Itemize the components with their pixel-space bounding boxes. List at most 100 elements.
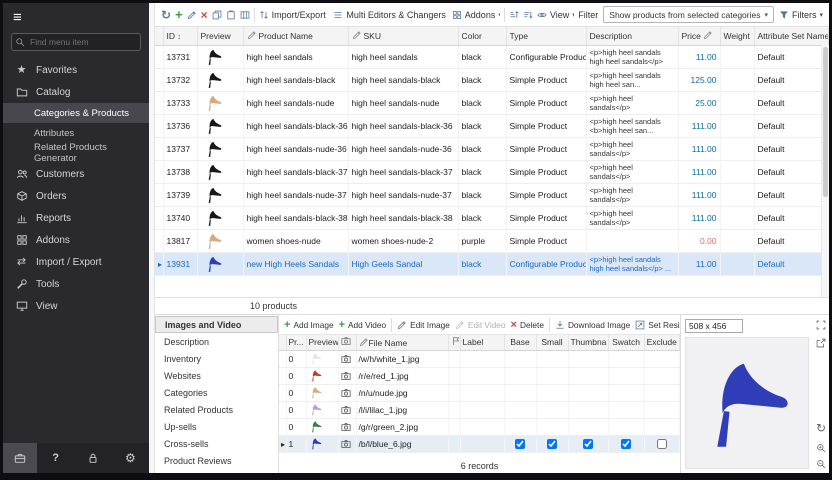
swatch-cell[interactable]	[608, 435, 644, 452]
price-cell[interactable]: 111.00	[678, 137, 720, 160]
row-expander[interactable]	[279, 401, 286, 418]
sku-cell[interactable]: high heel sandals-nude-36	[348, 137, 458, 160]
row-expander[interactable]	[155, 91, 163, 114]
sidebar-item-reports[interactable]: Reports	[3, 207, 149, 229]
name-cell[interactable]: high heel sandals-nude	[243, 91, 348, 114]
type-cell[interactable]: Configurable Product	[506, 252, 586, 275]
menu-search-input[interactable]	[11, 33, 141, 51]
settings-button[interactable]: ⚙	[112, 443, 149, 473]
multi-editors-menu[interactable]: Multi Editors & Changers▾	[333, 10, 447, 20]
desc-cell[interactable]: <p>high heel sandals high heel san...	[586, 68, 678, 91]
row-expander[interactable]: ▸	[155, 252, 163, 275]
price-cell[interactable]: 111.00	[678, 206, 720, 229]
small-checkbox[interactable]	[547, 439, 557, 449]
label-cell[interactable]	[460, 401, 504, 418]
preview-column-header[interactable]: Preview	[197, 27, 243, 45]
desc-cell[interactable]: <p>high heel sandals high heel sandals</…	[586, 252, 678, 275]
image-size-field[interactable]: 508 x 456	[685, 319, 743, 333]
preview-cell[interactable]	[306, 401, 338, 418]
priority-cell[interactable]: 0	[286, 350, 306, 367]
weight-cell[interactable]	[720, 68, 754, 91]
id-cell[interactable]: 13739	[163, 183, 197, 206]
filename-cell[interactable]: /l/i/lilac_1.jpg	[356, 401, 448, 418]
row-expander[interactable]	[279, 418, 286, 435]
table-row-selected[interactable]: ▸13931new High Heels SandalsHigh Geels S…	[155, 252, 829, 275]
table-row[interactable]: 13739high heel sandals-nude-37high heel …	[155, 183, 829, 206]
attrset-cell[interactable]: Default	[754, 206, 829, 229]
row-expander[interactable]	[279, 367, 286, 384]
price-column-header[interactable]: Price	[678, 27, 720, 45]
small-cell[interactable]	[536, 435, 568, 452]
weight-cell[interactable]	[720, 137, 754, 160]
preview-cell[interactable]	[197, 229, 243, 252]
tab-related-products[interactable]: Related Products	[155, 401, 278, 418]
sku-column-header[interactable]: SKU	[348, 27, 458, 45]
swatch-cell[interactable]	[608, 401, 644, 418]
columns-button[interactable]	[240, 10, 250, 20]
tab-websites[interactable]: Websites	[155, 367, 278, 384]
tab-cross-sells[interactable]: Cross-sells	[155, 435, 278, 452]
row-expander[interactable]	[279, 350, 286, 367]
color-cell[interactable]: black	[458, 206, 506, 229]
id-cell[interactable]: 13931	[163, 252, 197, 275]
filename-cell[interactable]: /n/u/nude.jpg	[356, 384, 448, 401]
sku-cell[interactable]: high heel sandals-black-38	[348, 206, 458, 229]
flag-cell[interactable]	[448, 367, 460, 384]
row-expander[interactable]	[155, 68, 163, 91]
type-cell[interactable]: Simple Product	[506, 206, 586, 229]
name-cell[interactable]: high heel sandals-nude-37	[243, 183, 348, 206]
attrset-cell[interactable]: Default	[754, 252, 829, 275]
exclude-cell[interactable]	[644, 384, 680, 401]
table-row[interactable]: 13731high heel sandalshigh heel sandalsb…	[155, 45, 829, 68]
color-cell[interactable]: black	[458, 183, 506, 206]
color-cell[interactable]: purple	[458, 229, 506, 252]
media-row[interactable]: 0/r/e/red_1.jpg	[279, 367, 680, 384]
row-expander[interactable]	[155, 160, 163, 183]
priority-cell[interactable]: 0	[286, 367, 306, 384]
id-column-header[interactable]: ID↕	[163, 27, 197, 45]
exclude-cell[interactable]	[644, 418, 680, 435]
preview-cell[interactable]	[306, 350, 338, 367]
exclude-cell[interactable]	[644, 401, 680, 418]
priority-cell[interactable]: 0	[286, 418, 306, 435]
priority-column-header[interactable]: Pr...	[286, 335, 306, 350]
exclude-cell[interactable]	[644, 367, 680, 384]
help-button[interactable]: ?	[37, 443, 74, 473]
media-row[interactable]: 0/n/u/nude.jpg	[279, 384, 680, 401]
small-column-header[interactable]: Small	[536, 335, 568, 350]
edit-image-button[interactable]: Edit Image	[397, 320, 450, 330]
type-column-header[interactable]: Type	[506, 27, 586, 45]
add-image-button[interactable]: +Add Image	[284, 319, 334, 331]
row-expander[interactable]	[155, 183, 163, 206]
flag-cell[interactable]	[448, 401, 460, 418]
price-cell[interactable]: 0.00	[678, 229, 720, 252]
preview-cell[interactable]	[306, 435, 338, 452]
id-cell[interactable]: 13817	[163, 229, 197, 252]
swatch-checkbox[interactable]	[621, 439, 631, 449]
id-cell[interactable]: 13740	[163, 206, 197, 229]
table-row[interactable]: 13817women shoes-nudewomen shoes-nude-2p…	[155, 229, 829, 252]
label-cell[interactable]	[460, 384, 504, 401]
desc-cell[interactable]: <p>high heel sandals <b>high heel san...	[586, 114, 678, 137]
type-cell[interactable]: Simple Product	[506, 91, 586, 114]
tab-up-sells[interactable]: Up-sells	[155, 418, 278, 435]
preview-cell[interactable]	[197, 137, 243, 160]
small-cell[interactable]	[536, 401, 568, 418]
media-row[interactable]: 0/l/i/lilac_1.jpg	[279, 401, 680, 418]
price-cell[interactable]: 11.00	[678, 252, 720, 275]
price-cell[interactable]: 11.00	[678, 45, 720, 68]
tab-categories[interactable]: Categories	[155, 384, 278, 401]
set-resize-rule-button[interactable]: Set Resize Rule	[635, 320, 680, 330]
attrset-cell[interactable]: Default	[754, 68, 829, 91]
exclude-column-header[interactable]: Exclude	[644, 335, 680, 350]
id-cell[interactable]: 13732	[163, 68, 197, 91]
hamburger-menu-icon[interactable]: ≡	[13, 9, 22, 26]
name-cell[interactable]: high heel sandals-black-36	[243, 114, 348, 137]
row-expander[interactable]	[155, 229, 163, 252]
id-cell[interactable]: 13731	[163, 45, 197, 68]
label-cell[interactable]	[460, 350, 504, 367]
table-row[interactable]: 13736high heel sandals-black-36high heel…	[155, 114, 829, 137]
small-cell[interactable]	[536, 384, 568, 401]
base-cell[interactable]	[504, 350, 536, 367]
lock-button[interactable]	[74, 443, 111, 473]
